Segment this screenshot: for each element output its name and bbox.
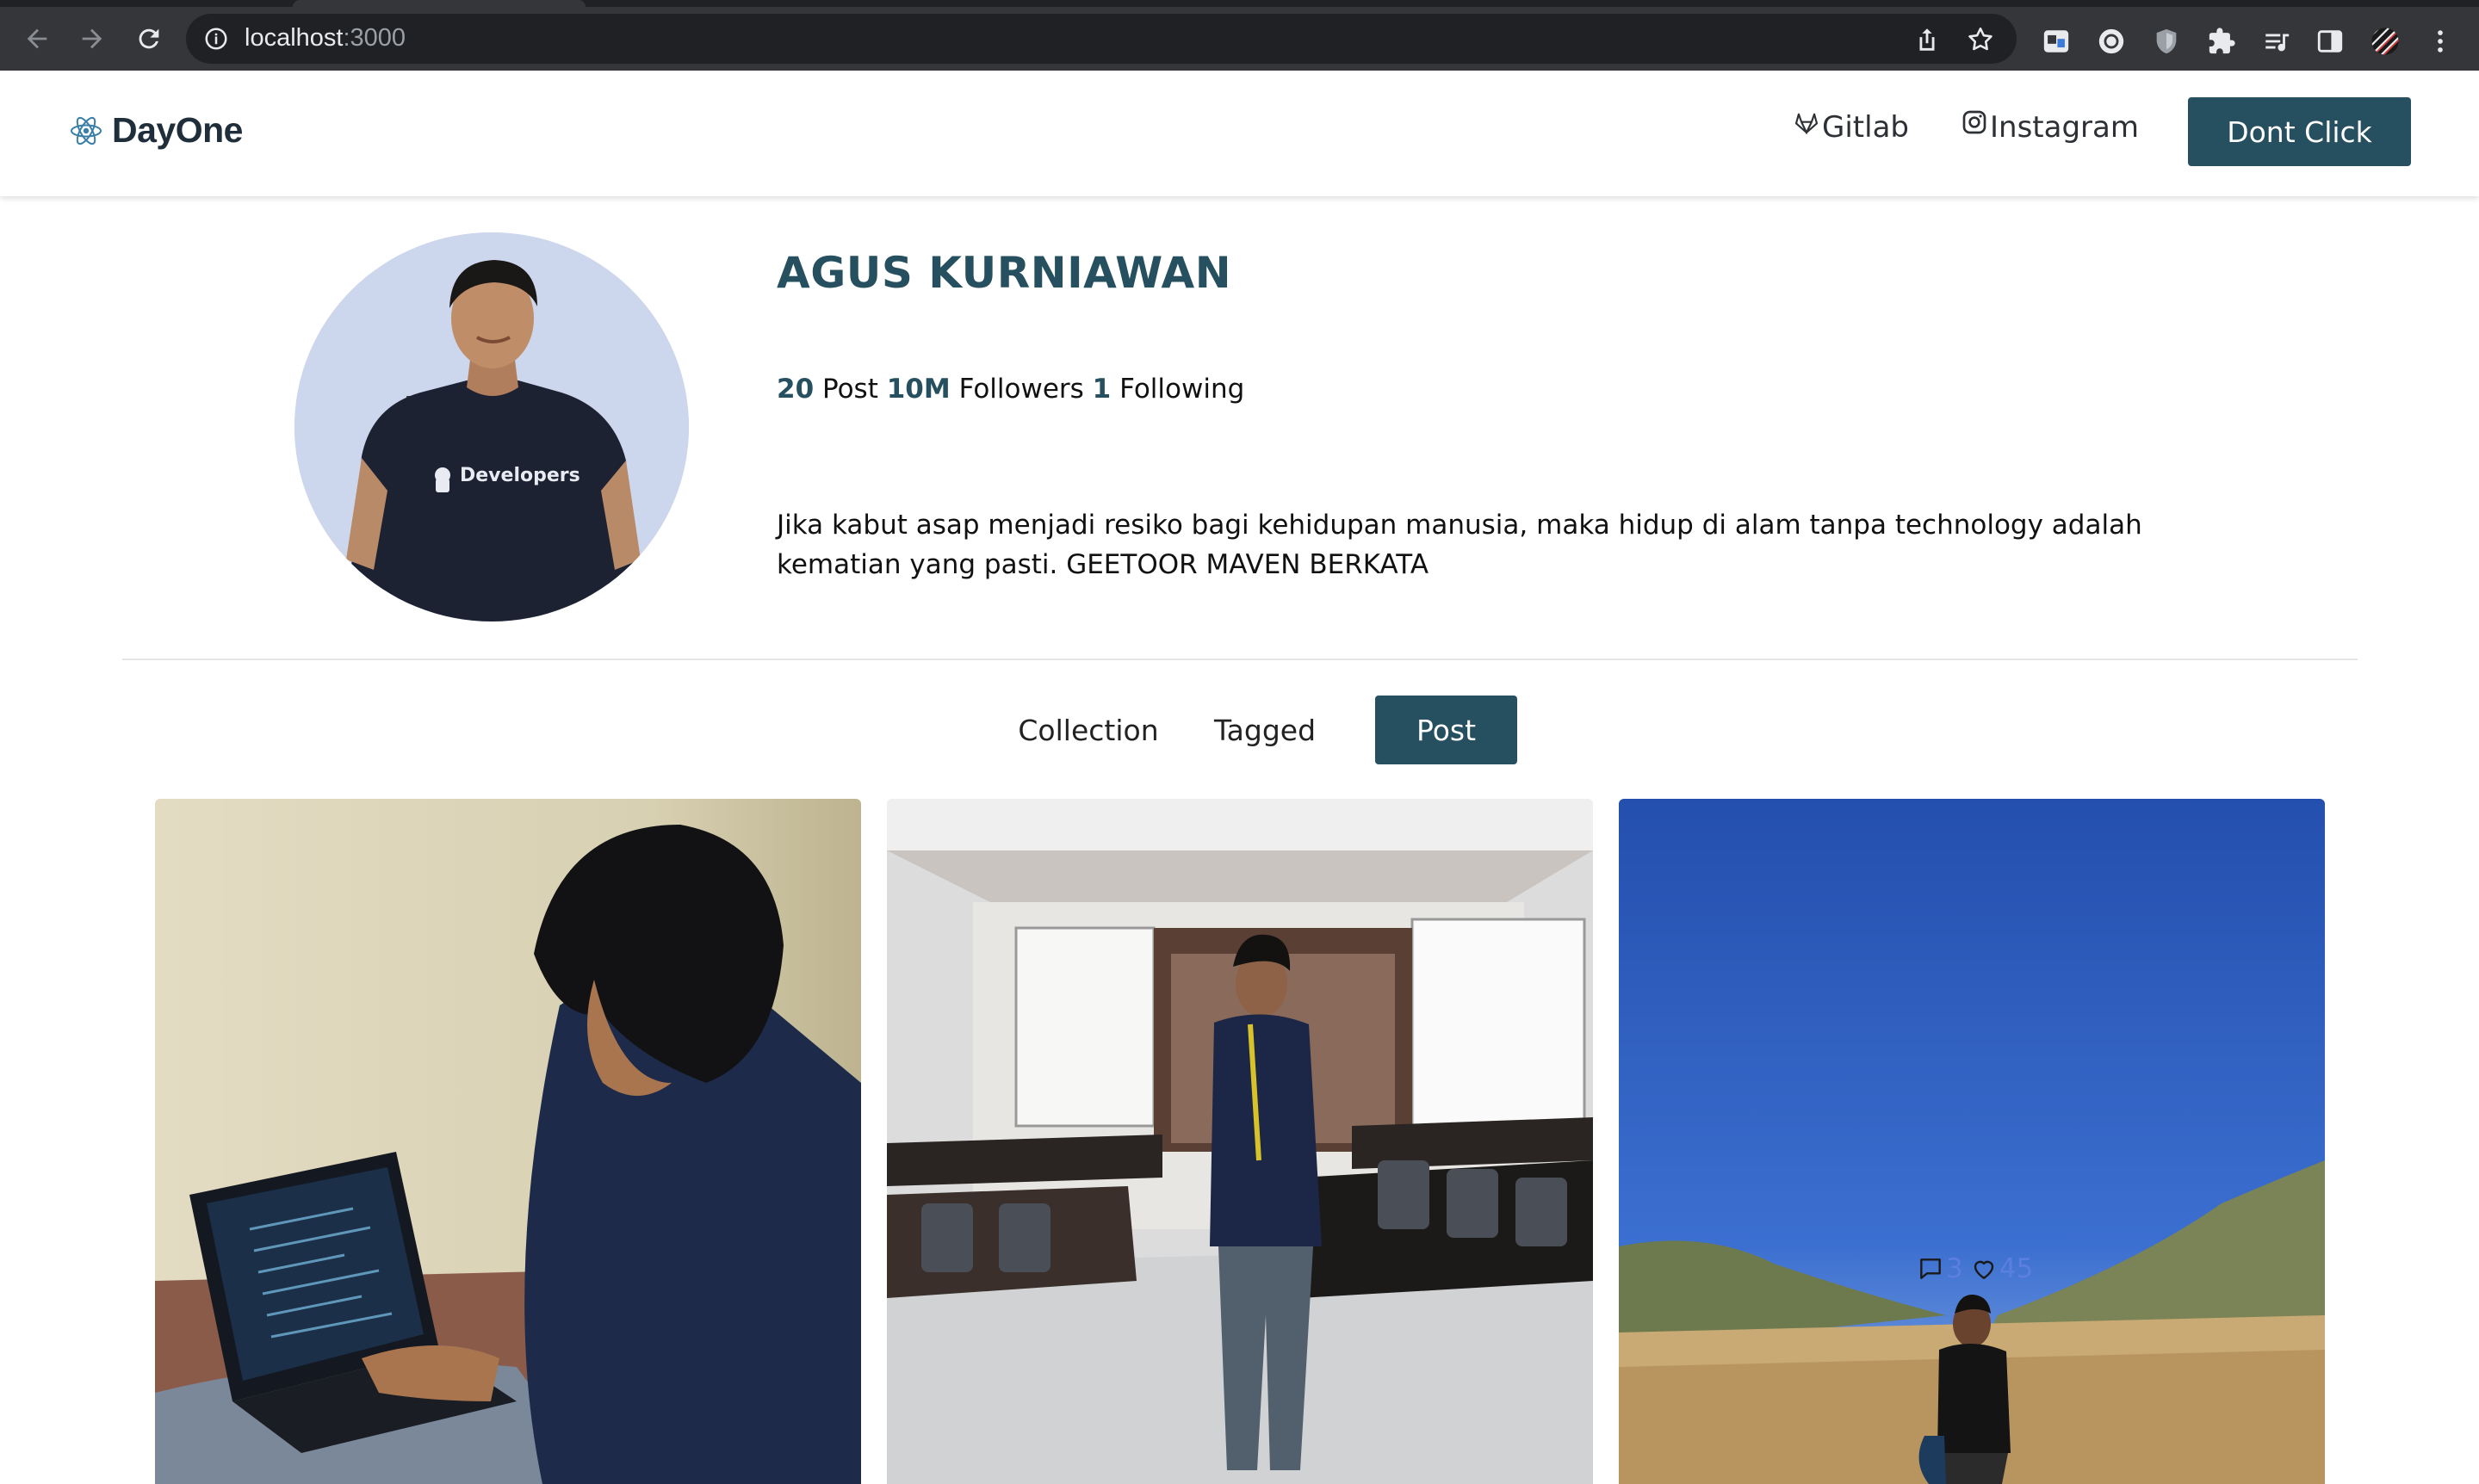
- following-label: Following: [1119, 374, 1245, 405]
- more-vertical-icon: [2438, 30, 2443, 53]
- shield-icon: [2156, 28, 2177, 54]
- extensions-button[interactable]: [2206, 26, 2237, 57]
- brand-name: DayOne: [112, 110, 243, 150]
- extension-translate[interactable]: [2041, 26, 2072, 57]
- post-card[interactable]: [155, 799, 861, 1484]
- following-count: 1: [1092, 374, 1112, 405]
- profile-avatar: Developers: [294, 232, 689, 621]
- browser-toolbar: localhost:3000: [0, 7, 2479, 71]
- likes-count: 45: [1999, 1253, 2034, 1284]
- post-photo-savanna: [1619, 799, 2325, 1484]
- heart-icon[interactable]: [1970, 1255, 1998, 1283]
- nav-link-gitlab-label: Gitlab: [1822, 110, 1909, 145]
- section-divider: [122, 659, 2358, 660]
- nav-link-gitlab[interactable]: Gitlab: [1793, 110, 1909, 145]
- arrow-right-icon: [82, 28, 102, 49]
- side-panel-icon: [2317, 30, 2343, 53]
- bio-line: kematian yang pasti. GEETOOR MAVEN BERKA…: [777, 549, 1429, 580]
- tab-post[interactable]: Post: [1375, 696, 1517, 764]
- comments-count: 3: [1946, 1253, 1963, 1284]
- posts-count: 20: [777, 374, 815, 405]
- profile-stats: 20 Post 10M Followers 1 Following: [777, 374, 1244, 405]
- extension-shield[interactable]: [2151, 26, 2182, 57]
- profile-avatar-button[interactable]: [2370, 26, 2401, 57]
- forward-button[interactable]: [72, 19, 112, 59]
- post-stats-overlay: 3 45: [1917, 1253, 2033, 1284]
- address-bar[interactable]: localhost:3000: [186, 14, 2017, 64]
- url-port: :3000: [343, 24, 406, 52]
- back-button[interactable]: [17, 19, 57, 59]
- profile-name: AGUS KURNIAWAN: [777, 248, 1232, 298]
- playlist-icon: [2265, 34, 2290, 52]
- app-navbar: DayOne Gitlab Instagram Dont Click: [0, 71, 2479, 196]
- post-photo-meeting-room: [887, 799, 1593, 1484]
- info-icon[interactable]: [203, 26, 229, 52]
- dont-click-button[interactable]: Dont Click: [2188, 97, 2411, 166]
- reload-icon: [139, 28, 159, 49]
- share-icon[interactable]: [1912, 25, 1942, 54]
- tab-collection[interactable]: Collection: [1002, 696, 1174, 764]
- profile-bio: Jika kabut asap menjadi resiko bagi kehi…: [777, 505, 2189, 584]
- browser-menu-button[interactable]: [2425, 26, 2456, 57]
- browser-active-tab[interactable]: [293, 0, 586, 7]
- media-control-button[interactable]: [2261, 26, 2292, 57]
- profile-photo: Developers: [294, 232, 689, 621]
- bookmark-star-icon[interactable]: [1966, 25, 1995, 54]
- translate-extension-icon: [2043, 30, 2069, 53]
- nav-link-instagram-label: Instagram: [1990, 110, 2139, 145]
- arrow-left-icon: [27, 28, 47, 49]
- comment-icon[interactable]: [1917, 1255, 1944, 1283]
- tab-tagged[interactable]: Tagged: [1200, 696, 1329, 764]
- followers-count: 10M: [886, 374, 951, 405]
- post-card[interactable]: [1619, 799, 2325, 1484]
- react-atom-icon: [71, 116, 102, 145]
- followers-label: Followers: [958, 374, 1084, 405]
- striped-avatar-icon: [2371, 28, 2399, 55]
- brand-logo[interactable]: DayOne: [69, 110, 243, 151]
- avatar-shirt-text: Developers: [460, 465, 580, 486]
- circle-extension-icon: [2098, 28, 2124, 54]
- url-host: localhost: [245, 24, 344, 52]
- url-text: localhost:3000: [245, 24, 406, 53]
- gitlab-icon: [1794, 113, 1819, 135]
- post-card[interactable]: [887, 799, 1593, 1484]
- browser-tab-strip: [0, 0, 2479, 7]
- posts-label: Post: [822, 374, 878, 405]
- side-panel-button[interactable]: [2315, 26, 2346, 57]
- post-photo-coding: [155, 799, 861, 1484]
- extension-circle[interactable]: [2096, 26, 2127, 57]
- puzzle-icon: [2209, 28, 2235, 54]
- instagram-icon: [1962, 110, 1986, 134]
- nav-link-instagram[interactable]: Instagram: [1961, 110, 2139, 145]
- bio-line: Jika kabut asap menjadi resiko bagi kehi…: [777, 510, 2142, 541]
- reload-button[interactable]: [129, 19, 169, 59]
